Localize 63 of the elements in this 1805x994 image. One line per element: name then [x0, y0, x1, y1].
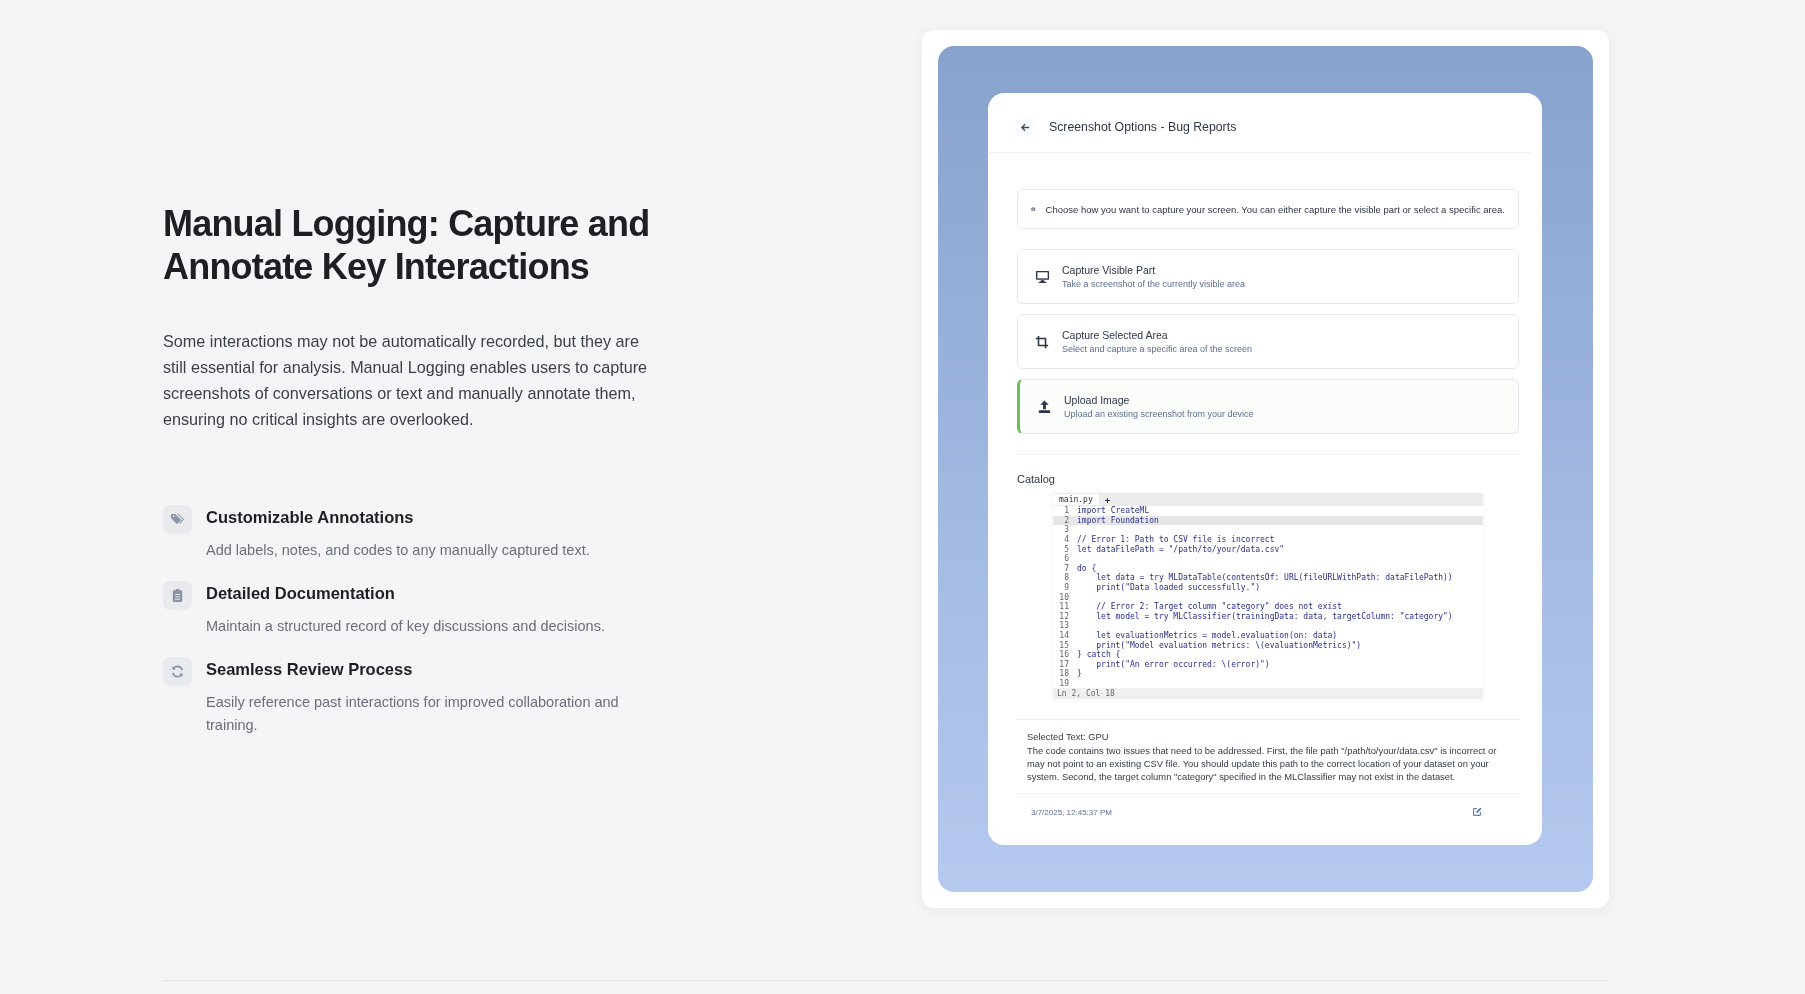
line-number: 1: [1063, 506, 1070, 516]
line-number: 3: [1063, 525, 1070, 535]
capture-option[interactable]: Capture Selected Area Select and capture a specific area of the screen: [1017, 314, 1519, 369]
line-number: 5: [1063, 544, 1070, 554]
capture-option[interactable]: Capture Visible Part Take a screenshot of the currently visible area: [1017, 249, 1519, 304]
catalog-label: Catalog: [1017, 473, 1056, 485]
info-text: Choose how you want to capture your screen. You can either capture the visible part or select a specific area.: [1045, 203, 1505, 215]
clipboard-icon: [163, 581, 192, 610]
code-line: // Error 2: Target column "category" does not exist: [1095, 602, 1342, 612]
refresh-icon: [163, 657, 192, 686]
line-number: 12: [1058, 611, 1070, 621]
dialog-title: Screenshot Options - Bug Reports: [1049, 120, 1237, 134]
capture-option[interactable]: Upload Image Upload an existing screenshot from your device: [1017, 379, 1519, 434]
feature-title: Detailed Documentation: [206, 584, 396, 603]
feature-description: Maintain a structured record of key discussions and decisions.: [206, 617, 606, 636]
line-number: 10: [1058, 592, 1070, 602]
line-number: 14: [1058, 631, 1070, 640]
code-line: import Foundation: [1077, 515, 1159, 525]
line-number: 2: [1063, 515, 1070, 525]
code-line: print("Model evaluation metrics: \(evaluationMetrics)"): [1096, 640, 1362, 650]
line-number: 4: [1063, 535, 1070, 545]
timestamp: 3/7/2025, 12:45:37 PM: [1031, 807, 1112, 817]
selected-text-label: Selected Text: GPU: [1027, 730, 1110, 744]
line-number: 17: [1058, 659, 1070, 669]
code-line: let dataFilePath = "/path/to/your/data.csv": [1077, 544, 1285, 554]
line-number: 19: [1058, 679, 1070, 688]
edit-icon: [1472, 807, 1482, 818]
code-line: print("Data loaded successfully."): [1095, 583, 1261, 593]
line-number: 9: [1063, 583, 1070, 593]
code-line: let model = try MLClassifier(trainingData: data, targetColumn: "category"): [1095, 611, 1453, 621]
back-arrow-icon: [1019, 121, 1031, 133]
code-line: // Error 1: Path to CSV file is incorrect: [1077, 535, 1275, 545]
code-line: }: [1077, 669, 1082, 679]
file-name-label: main.py: [1053, 494, 1099, 505]
line-number: 7: [1063, 563, 1070, 573]
line-number: 15: [1058, 640, 1070, 650]
plus-sign: +: [1104, 494, 1111, 505]
upload-icon: [1036, 399, 1052, 414]
crop-icon: [1035, 334, 1049, 349]
line-number: 6: [1063, 554, 1070, 564]
line-number: 16: [1058, 650, 1070, 660]
feature-title: Seamless Review Process: [206, 660, 414, 679]
code-line: let evaluationMetrics = model.evaluation(on: data): [1095, 631, 1338, 640]
back-button[interactable]: [1015, 117, 1035, 137]
intro-paragraph: Some interactions may not be automatically recorded, but they are still essential for analysis. Manual Logging enables users to capture screenshots of conversations or text and manually annotate them, ensuring no critical insights are overlooked.: [163, 331, 649, 430]
line-number: 13: [1058, 621, 1070, 631]
code-line: print("An error occurred: \(error)"): [1095, 659, 1270, 669]
feature-description: Easily reference past interactions for improved collaboration and training.: [206, 693, 620, 735]
editor-status: Ln 2, Col 18: [1053, 688, 1483, 700]
feature-description: Add labels, notes, and codes to any manually captured text.: [206, 541, 591, 560]
tags-icon: [163, 505, 192, 534]
edit-button[interactable]: [1471, 806, 1483, 819]
line-number: 8: [1063, 573, 1070, 583]
line-number: 18: [1058, 669, 1070, 679]
code-line: do {: [1077, 563, 1097, 573]
section-heading: Manual Logging: Capture and Annotate Key Interactions: [163, 202, 651, 288]
line-number: 11: [1058, 602, 1070, 612]
code-line: import CreateML: [1077, 506, 1150, 516]
code-line: } catch {: [1077, 650, 1121, 660]
code-line: let data = try MLDataTable(contentsOf: URL(fileURLWithPath: dataFilePath)): [1095, 573, 1453, 583]
monitor-icon: [1034, 269, 1050, 284]
feature-title: Customizable Annotations: [206, 508, 415, 527]
response-text: The code contains two issues that need to be addressed. First, the file path "/path/to/your/data.csv" is incorrect or may not point to an existing CSV file. You should update this path to the correct location of your dataset on your system. Second, the target column "category" specified in the MLClassifier may not exist in the dataset.: [1027, 744, 1498, 784]
